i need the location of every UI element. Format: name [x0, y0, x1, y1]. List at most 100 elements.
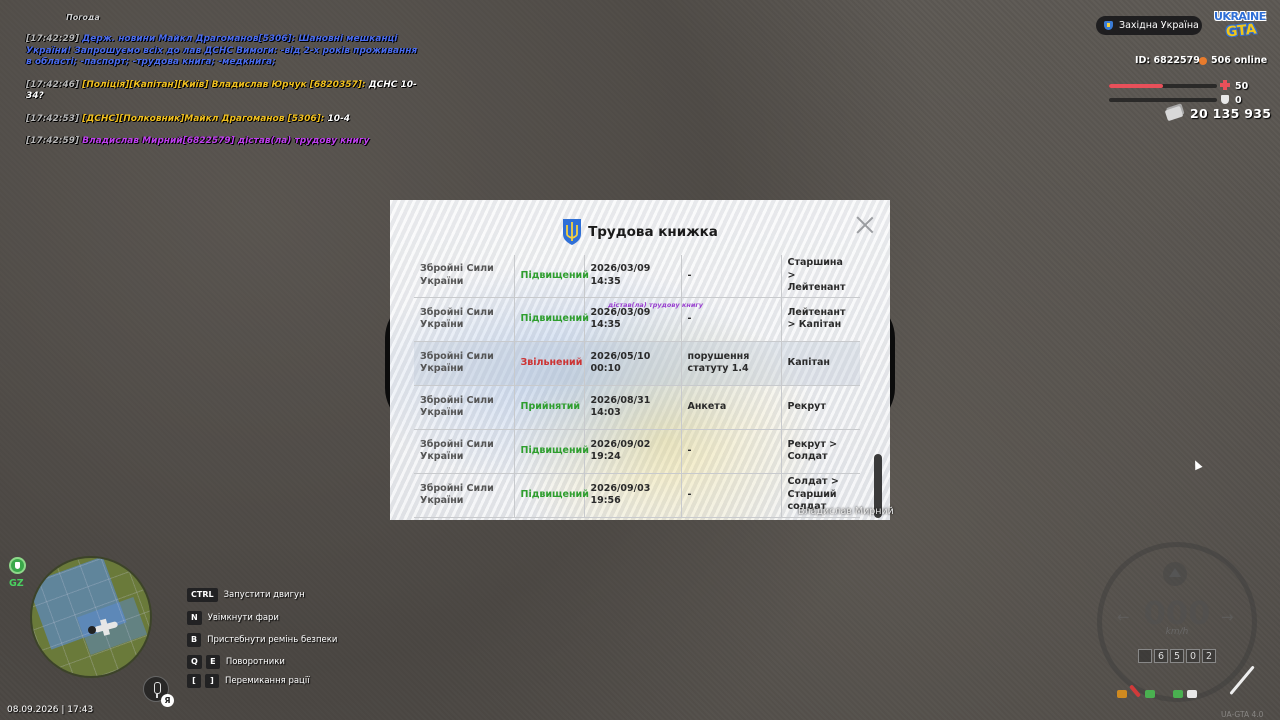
- work-book-row: Збройні Сили України Підвищений 2026/03/09…: [414, 255, 860, 298]
- chat-message: Держ. новини Майкл Драгоманов[5306]: Шан…: [26, 34, 418, 67]
- reason-cell: Анкета: [681, 385, 782, 430]
- reason-cell: -: [681, 473, 782, 518]
- hint-label: Поворотники: [225, 657, 285, 667]
- work-book-table-container[interactable]: Збройні Сили України Підвищений 2026/03/09…: [414, 255, 860, 520]
- key-badge: [: [187, 674, 201, 688]
- status-cell: Підвищений: [514, 429, 589, 474]
- online-count: 506 online: [1211, 55, 1268, 66]
- odometer-digit: 2: [1202, 649, 1216, 663]
- minimap: [30, 556, 152, 678]
- online-counter: 506 online: [1199, 55, 1267, 66]
- organization-cell: Збройні Сили України: [414, 341, 515, 386]
- key-badge: ]: [205, 674, 219, 688]
- green-zone-label: GZ: [9, 578, 24, 589]
- chat-message: 10-4: [324, 113, 351, 124]
- player-marker-icon: [88, 626, 96, 634]
- organization-cell: Збройні Сили України: [414, 429, 515, 474]
- work-book-row: Збройні Сили України Підвищений 2026/09/02…: [414, 429, 860, 474]
- hint-label: Пристебнути ремінь безпеки: [207, 635, 338, 645]
- health-cross-icon: [1220, 80, 1230, 90]
- date-cell: 2026/08/31 14:03: [584, 385, 682, 430]
- armor-bar: [1109, 98, 1217, 102]
- hint-radio: [ ] Перемикання рації: [187, 674, 310, 688]
- chat-sender: [ДСНС][Полковник]Майкл Драгоманов [5306]…: [82, 113, 325, 124]
- chat-line: [17:42:46] [Поліція][Капітан][Київ] Влад…: [26, 80, 426, 103]
- region-name: Західна Україна: [1119, 20, 1199, 31]
- hint-label: Увімкнути фари: [207, 613, 279, 623]
- odometer-digit: 0: [1186, 649, 1200, 663]
- date-time: 08.09.2026 | 17:43: [7, 705, 94, 715]
- chat-message: Владислав Мирний[6822579] дістав(ла) тру…: [82, 136, 370, 146]
- mouse-cursor-icon: [1191, 458, 1203, 471]
- date-cell: 2026/09/02 19:24: [584, 429, 682, 474]
- work-book-row: Збройні Сили України Підвищений 2026/09/03…: [414, 473, 860, 518]
- odometer-digit: 5: [1170, 649, 1184, 663]
- chat-line: [17:42:29] Держ. новини Майкл Драгоманов…: [26, 34, 426, 69]
- hint-headlights: N Увімкнути фари: [187, 611, 279, 625]
- odometer-digit: 6: [1154, 649, 1168, 663]
- close-icon[interactable]: [856, 216, 874, 234]
- dialog-title: Трудова книжка: [588, 224, 718, 240]
- shield-icon: [1104, 21, 1113, 30]
- work-book-row: Збройні Сили України Прийнятий 2026/08/31 …: [414, 385, 860, 430]
- money-balance: 20 135 935: [1190, 106, 1272, 121]
- rank-cell: Лейтенант > Капітан: [781, 297, 860, 342]
- reason-cell: -: [681, 255, 782, 298]
- rank-cell: Капітан: [781, 341, 860, 386]
- hint-turn-signals: Q E Поворотники: [187, 655, 285, 669]
- health-bar-fill: [1109, 84, 1163, 88]
- version-label: UA-GTA 4.0: [1221, 710, 1264, 719]
- player-id: ID: 6822579: [1135, 55, 1200, 66]
- organization-cell: Збройні Сили України: [414, 385, 515, 430]
- rank-cell: Рекрут > Солдат: [781, 429, 860, 474]
- status-cell: Підвищений: [514, 473, 589, 518]
- chat-timestamp: [17:42:29]: [26, 34, 79, 44]
- work-book-dialog: Трудова книжка Збройні Сили України Підви…: [390, 200, 890, 520]
- logo-bottom-text: GTA: [1225, 21, 1258, 41]
- organization-cell: Збройні Сили України: [414, 255, 515, 298]
- armor-value: 0: [1235, 95, 1242, 106]
- date-cell: 2026/05/10 00:10: [584, 341, 682, 386]
- chat-sender: [Поліція][Капітан][Київ] Владислав Юрчук…: [82, 79, 366, 90]
- date-cell: 2026/03/09 14:35: [584, 255, 682, 298]
- rank-cell: Рекрут: [781, 385, 860, 430]
- fuel-icon: [1117, 690, 1127, 698]
- date-cell: 2026/09/03 19:56: [584, 473, 682, 518]
- chat-timestamp: [17:42:59]: [26, 136, 79, 146]
- speed-unit: km/h: [1165, 627, 1189, 637]
- chat-line-partial: Погода: [66, 13, 100, 20]
- seatbelt-icon: [1187, 690, 1197, 698]
- organization-cell: Збройні Сили України: [414, 297, 515, 342]
- trident-icon: [563, 219, 582, 245]
- status-cell: Підвищений: [514, 297, 589, 342]
- region-badge: Західна Україна: [1096, 16, 1202, 35]
- chat-line: [17:42:53] [ДСНС][Полковник]Майкл Драгом…: [26, 114, 426, 126]
- health-value: 50: [1235, 81, 1249, 92]
- money-icon: [1164, 105, 1184, 122]
- reason-cell: порушення статуту 1.4: [681, 341, 782, 386]
- map-grid: [32, 558, 150, 676]
- hint-seatbelt: B Пристебнути ремінь безпеки: [187, 633, 337, 647]
- rank-cell: Старшина > Лейтенант: [781, 255, 860, 298]
- work-book-table: Збройні Сили України Підвищений 2026/03/09…: [414, 255, 860, 518]
- player-nametag: Владислав Мирний: [798, 506, 894, 517]
- logo-top-text: UKRAINE: [1214, 10, 1266, 23]
- key-badge: B: [187, 633, 202, 647]
- chat-timestamp: [17:42:46]: [26, 79, 79, 90]
- status-cell: Звільнений: [514, 341, 585, 386]
- arrow-up-icon: [1163, 562, 1187, 586]
- keyboard-language-badge: Я: [161, 694, 174, 707]
- odometer-digit: [1138, 649, 1152, 663]
- status-cell: Підвищений: [514, 255, 589, 298]
- key-badge: N: [187, 611, 202, 625]
- key-badge: CTRL: [187, 588, 218, 602]
- chat-log: Погода [17:42:29] Держ. новини Майкл Дра…: [26, 12, 426, 159]
- online-dot-icon: [1199, 56, 1207, 65]
- engine-icon: [1145, 690, 1155, 698]
- key-badge: E: [205, 655, 220, 669]
- hint-label: Запустити двигун: [223, 590, 305, 600]
- hint-label: Перемикання рації: [225, 676, 310, 686]
- green-zone-icon: [9, 557, 26, 574]
- armor-shield-icon: [1221, 95, 1229, 104]
- status-cell: Прийнятий: [514, 385, 585, 430]
